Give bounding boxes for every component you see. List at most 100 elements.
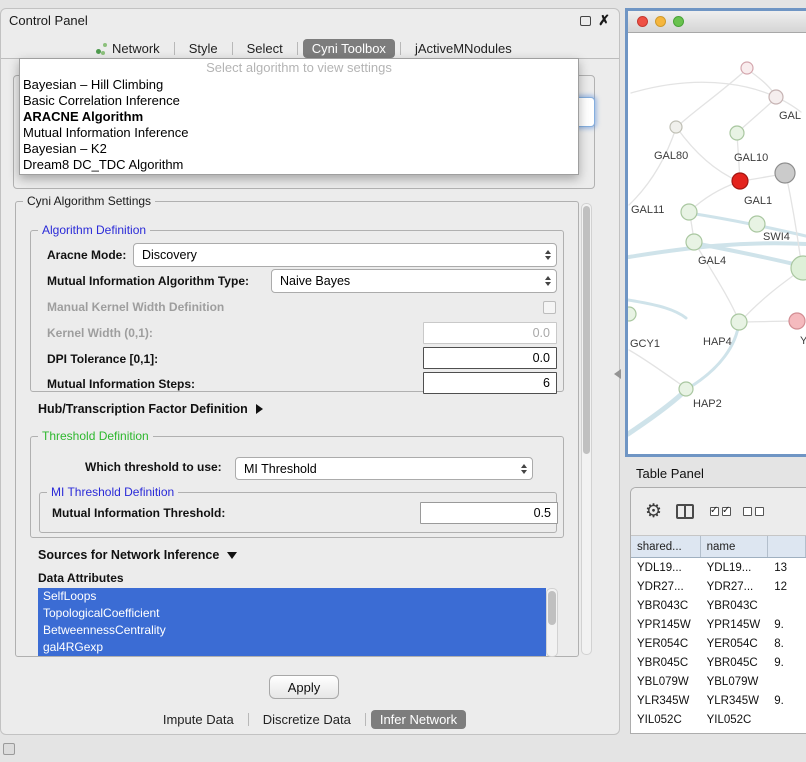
- tab-cyni-toolbox[interactable]: Cyni Toolbox: [303, 39, 395, 58]
- network-node[interactable]: [730, 126, 744, 140]
- cyni-settings-title: Cyni Algorithm Settings: [23, 194, 155, 208]
- table-cell: 9.: [768, 653, 806, 672]
- deselect-all-icon[interactable]: [743, 507, 764, 516]
- attribute-list-scrollbar[interactable]: [546, 588, 558, 657]
- close-panel-icon[interactable]: ✗: [598, 12, 610, 29]
- network-edge[interactable]: [628, 300, 686, 318]
- network-window-titlebar: [628, 11, 806, 33]
- table-row[interactable]: YDR27...YDR27...12: [631, 577, 806, 596]
- bottom-tab-impute-data[interactable]: Impute Data: [154, 710, 243, 729]
- mi-steps-field[interactable]: [423, 372, 557, 394]
- network-edge[interactable]: [629, 350, 686, 388]
- table-row[interactable]: YER054CYER054C8.: [631, 634, 806, 653]
- table-row[interactable]: YBR043CYBR043C: [631, 596, 806, 615]
- float-window-icon[interactable]: [580, 16, 591, 26]
- kernel-width-field[interactable]: [423, 322, 557, 344]
- network-node[interactable]: [670, 121, 682, 133]
- column-header[interactable]: shared...: [631, 536, 701, 557]
- network-node[interactable]: [749, 216, 765, 232]
- network-node[interactable]: [789, 313, 805, 329]
- network-node[interactable]: [769, 90, 783, 104]
- which-threshold-combo[interactable]: MI Threshold: [235, 457, 533, 480]
- list-item-gal4rgexp[interactable]: gal4RGexp: [38, 639, 546, 656]
- tab-network[interactable]: Network: [87, 39, 169, 58]
- table-row[interactable]: YLR345WYLR345W9.: [631, 691, 806, 710]
- minimized-panel-icon[interactable]: [3, 743, 15, 755]
- network-node[interactable]: [686, 234, 702, 250]
- mi-threshold-field[interactable]: [420, 502, 558, 524]
- network-node[interactable]: [681, 204, 697, 220]
- apply-button[interactable]: Apply: [269, 675, 339, 699]
- mi-threshold-groupbox: MI Threshold Definition Mutual Informati…: [39, 492, 557, 533]
- tab-separator: [174, 42, 175, 55]
- sources-section-toggle[interactable]: Sources for Network Inference: [38, 548, 237, 562]
- table-cell: YDR27...: [701, 577, 769, 596]
- select-all-icon[interactable]: [710, 507, 731, 516]
- list-item-selfloops[interactable]: SelfLoops: [38, 588, 546, 605]
- threshold-definition-title: Threshold Definition: [38, 429, 153, 443]
- network-node[interactable]: [775, 163, 795, 183]
- column-header[interactable]: [768, 536, 806, 557]
- mi-algorithm-type-combo[interactable]: Naive Bayes: [271, 269, 557, 293]
- gear-icon[interactable]: ⚙: [645, 502, 662, 521]
- settings-scrollbar[interactable]: [581, 203, 592, 655]
- network-edge[interactable]: [738, 98, 776, 132]
- dropdown-item-aracne-algorithm[interactable]: ARACNE Algorithm: [20, 109, 578, 125]
- table-row[interactable]: YBR045CYBR045C9.: [631, 653, 806, 672]
- network-node[interactable]: [628, 307, 636, 321]
- table-row[interactable]: YBL079WYBL079W: [631, 672, 806, 691]
- network-edge[interactable]: [740, 321, 796, 322]
- network-node[interactable]: [731, 314, 747, 330]
- network-edge[interactable]: [628, 389, 687, 434]
- dropdown-item-dream8-dc-tdc-algorithm[interactable]: Dream8 DC_TDC Algorithm: [20, 157, 578, 173]
- list-item-betweennesscentrality[interactable]: BetweennessCentrality: [38, 622, 546, 639]
- table-row[interactable]: YDL19...YDL19...13: [631, 558, 806, 577]
- table-cell: [768, 710, 806, 729]
- table-cell: YBL079W: [701, 672, 769, 691]
- splitter-collapse-icon[interactable]: [614, 369, 621, 379]
- aracne-mode-value: Discovery: [142, 248, 197, 262]
- column-header[interactable]: name: [701, 536, 769, 557]
- network-node[interactable]: [732, 173, 748, 189]
- mi-steps-label: Mutual Information Steps:: [47, 377, 195, 391]
- which-threshold-value: MI Threshold: [244, 462, 317, 476]
- node-label-gal80: GAL80: [654, 150, 688, 162]
- aracne-mode-combo[interactable]: Discovery: [133, 243, 557, 267]
- checked-checkbox-icon: [722, 507, 731, 516]
- mi-threshold-group-title: MI Threshold Definition: [47, 485, 178, 499]
- minimize-window-icon[interactable]: [655, 16, 666, 27]
- dropdown-item-basic-correlation-inference[interactable]: Basic Correlation Inference: [20, 93, 578, 109]
- zoom-window-icon[interactable]: [673, 16, 684, 27]
- tab-jactivemnodules[interactable]: jActiveMNodules: [406, 39, 521, 58]
- data-attributes-label: Data Attributes: [38, 571, 124, 585]
- network-edge[interactable]: [687, 323, 739, 389]
- table-row[interactable]: YIL052CYIL052C: [631, 710, 806, 729]
- manual-kernel-checkbox[interactable]: [543, 301, 556, 314]
- scrollbar-thumb[interactable]: [583, 206, 590, 454]
- columns-icon[interactable]: [676, 504, 694, 519]
- table-cell: YBR043C: [631, 596, 701, 615]
- network-edge[interactable]: [677, 69, 747, 127]
- bottom-tab-discretize-data[interactable]: Discretize Data: [254, 710, 360, 729]
- dpi-tolerance-field[interactable]: [423, 347, 557, 369]
- list-item-topologicalcoefficient[interactable]: TopologicalCoefficient: [38, 605, 546, 622]
- table-row[interactable]: YPR145WYPR145W9.: [631, 615, 806, 634]
- dropdown-item-mutual-information-inference[interactable]: Mutual Information Inference: [20, 125, 578, 141]
- network-edge[interactable]: [786, 174, 801, 262]
- close-window-icon[interactable]: [637, 16, 648, 27]
- tab-label: Style: [189, 41, 218, 56]
- dropdown-placeholder: Select algorithm to view settings: [20, 59, 578, 77]
- tab-select[interactable]: Select: [238, 39, 292, 58]
- tab-style[interactable]: Style: [180, 39, 227, 58]
- network-canvas[interactable]: GALGAL80GAL10GAL11GAL1SWI4GAL4GCY1HAP4YH…: [628, 33, 806, 453]
- bottom-tab-infer-network[interactable]: Infer Network: [371, 710, 466, 729]
- network-edge[interactable]: [629, 128, 676, 205]
- network-node[interactable]: [679, 382, 693, 396]
- dropdown-item-bayesian-hill-climbing[interactable]: Bayesian – Hill Climbing: [20, 77, 578, 93]
- table-cell: 13: [768, 558, 806, 577]
- network-node[interactable]: [741, 62, 753, 74]
- dropdown-item-bayesian-k2[interactable]: Bayesian – K2: [20, 141, 578, 157]
- scrollbar-thumb[interactable]: [548, 591, 556, 625]
- network-edge[interactable]: [690, 182, 738, 211]
- hub-section-toggle[interactable]: Hub/Transcription Factor Definition: [38, 402, 263, 416]
